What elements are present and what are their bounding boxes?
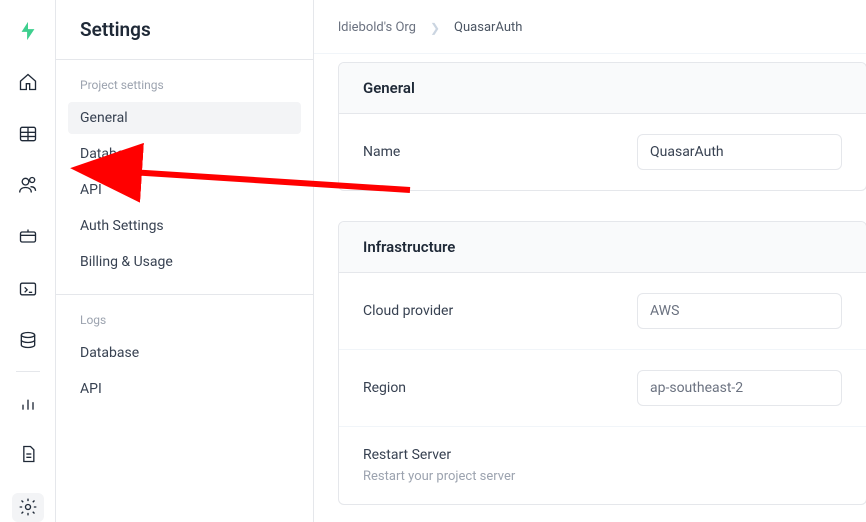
name-label: Name (363, 144, 617, 160)
docs-icon[interactable] (14, 441, 42, 467)
card-header-infrastructure: Infrastructure (339, 222, 866, 273)
reports-icon[interactable] (14, 390, 42, 416)
breadcrumb-org[interactable]: ldiebold's Org (338, 20, 416, 35)
sidebar-item-general[interactable]: General (68, 102, 301, 134)
home-icon[interactable] (14, 70, 42, 96)
main-content: ldiebold's Org ❯ QuasarAuth General Name… (314, 0, 866, 522)
project-name-input[interactable] (637, 134, 842, 170)
sidebar-item-auth-settings[interactable]: Auth Settings (68, 210, 301, 242)
sidebar-item-database[interactable]: Database (68, 138, 301, 170)
page-title: Settings (56, 18, 313, 59)
cloud-provider-label: Cloud provider (363, 303, 617, 319)
restart-server-sub: Restart your project server (363, 469, 515, 484)
restart-server-label: Restart Server (363, 447, 451, 463)
sql-editor-icon[interactable] (14, 276, 42, 302)
cloud-provider-input[interactable] (637, 293, 842, 329)
general-card: General Name (338, 62, 866, 191)
settings-sidebar: Settings Project settings General Databa… (56, 0, 314, 522)
sidebar-item-logs-database[interactable]: Database (68, 337, 301, 369)
auth-users-icon[interactable] (14, 173, 42, 199)
storage-icon[interactable] (14, 224, 42, 250)
sidebar-item-logs-api[interactable]: API (68, 373, 301, 405)
settings-gear-icon[interactable] (12, 493, 44, 522)
section-heading-logs: Logs (56, 295, 313, 335)
breadcrumb-project[interactable]: QuasarAuth (454, 20, 522, 35)
card-header-general: General (339, 63, 866, 114)
region-label: Region (363, 380, 617, 396)
table-editor-icon[interactable] (14, 121, 42, 147)
breadcrumb: ldiebold's Org ❯ QuasarAuth (314, 0, 866, 53)
icon-rail (0, 0, 56, 522)
database-icon[interactable] (14, 327, 42, 353)
sidebar-item-billing[interactable]: Billing & Usage (68, 246, 301, 278)
section-heading-project: Project settings (56, 60, 313, 100)
region-input[interactable] (637, 370, 842, 406)
sidebar-item-api[interactable]: API (68, 174, 301, 206)
chevron-right-icon: ❯ (430, 21, 440, 35)
infrastructure-card: Infrastructure Cloud provider Region Res… (338, 221, 866, 505)
rail-divider (16, 371, 40, 372)
brand-logo-icon[interactable] (14, 18, 42, 44)
